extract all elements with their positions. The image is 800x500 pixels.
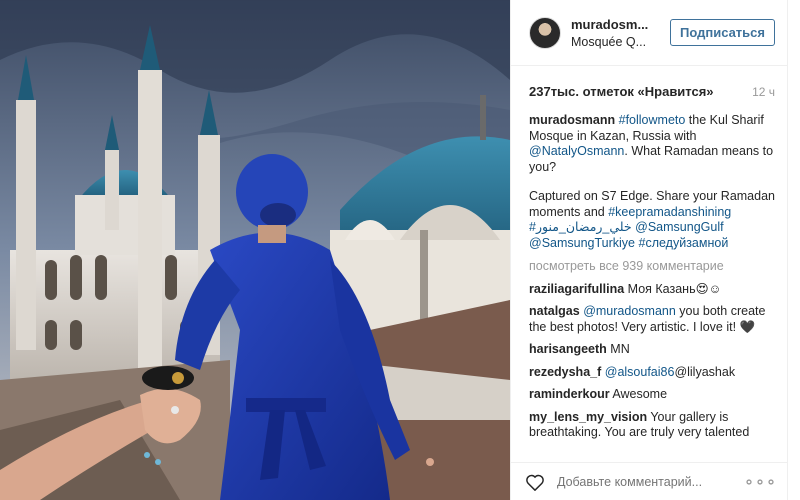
heart-outline-glyph — [526, 474, 544, 491]
comment-item: harisangeeth MN — [529, 342, 775, 358]
location-link[interactable]: Mosquée Q... — [571, 35, 670, 49]
mention-link[interactable]: #followmeto — [619, 113, 686, 127]
post-content: muradosmann #followmeto the Kul Sharif M… — [511, 99, 787, 468]
post-footer: ∘∘∘ — [511, 462, 787, 500]
comments-list: raziliagarifullina Моя Казань😍☺ natalgas … — [529, 282, 775, 468]
likes-count[interactable]: 237тыс. отметок «Нравится» — [529, 84, 714, 99]
likes-row: 237тыс. отметок «Нравится» 12 ч — [511, 66, 787, 99]
caption-text: Моя Казань😍☺ — [624, 281, 722, 296]
mention-link[interactable]: @alsoufai86 — [605, 365, 675, 379]
mention-link[interactable]: @muradosmann — [583, 304, 676, 318]
user-meta: muradosm... Mosquée Q... — [571, 17, 670, 49]
username-link[interactable]: muradosm... — [571, 17, 670, 32]
caption-text: Awesome — [609, 387, 668, 401]
heart-icon[interactable] — [525, 472, 545, 492]
caption-text: MN — [606, 342, 630, 356]
comment-item: rezedysha_f @alsoufai86@lilyashak — [529, 365, 775, 381]
comment-username[interactable]: raminderkour — [529, 387, 610, 401]
mention-link[interactable]: @SamsungTurkiye — [529, 236, 635, 250]
caption-username[interactable]: muradosmann — [529, 113, 615, 127]
caption: muradosmann #followmeto the Kul Sharif M… — [529, 113, 775, 251]
mention-link[interactable]: @NatalyOsmann — [529, 144, 624, 158]
mention-link[interactable]: #خلي_رمضان_منور — [529, 220, 632, 234]
comment-item: natalgas @muradosmann you both create th… — [529, 304, 775, 335]
comment-username[interactable]: harisangeeth — [529, 342, 607, 356]
comment-username[interactable]: natalgas — [529, 304, 580, 318]
avatar[interactable] — [529, 16, 561, 49]
post-header: muradosm... Mosquée Q... Подписаться — [511, 0, 787, 66]
comment-item: raminderkour Awesome — [529, 387, 775, 403]
more-options-icon[interactable]: ∘∘∘ — [744, 472, 777, 492]
follow-button[interactable]: Подписаться — [669, 19, 775, 46]
comment-username[interactable]: raziliagarifullina — [529, 282, 624, 296]
page-gutter — [788, 0, 800, 500]
comment-input[interactable] — [557, 474, 744, 489]
comment-item: raziliagarifullina Моя Казань😍☺ — [529, 282, 775, 298]
post-sidebar: muradosm... Mosquée Q... Подписаться 237… — [510, 0, 788, 500]
caption-text: @lilyashak — [674, 364, 736, 379]
post-time[interactable]: 12 ч — [752, 85, 775, 99]
photo-illustration — [0, 0, 510, 500]
mention-link[interactable]: #следуйзамной — [639, 236, 729, 250]
mention-link[interactable]: #keepramadanshining — [608, 205, 731, 219]
comment-item: my_lens_my_vision Your gallery is breath… — [529, 410, 775, 441]
comment-username[interactable]: rezedysha_f — [529, 365, 601, 379]
mention-link[interactable]: @SamsungGulf — [635, 220, 723, 234]
caption-paragraph-2: Captured on S7 Edge. Share your Ramadan … — [529, 189, 775, 251]
post-modal: muradosm... Mosquée Q... Подписаться 237… — [0, 0, 800, 500]
post-photo[interactable] — [0, 0, 510, 500]
view-all-comments-link[interactable]: посмотреть все 939 комментарие — [529, 259, 775, 275]
comment-username[interactable]: my_lens_my_vision — [529, 410, 647, 424]
caption-paragraph-1: muradosmann #followmeto the Kul Sharif M… — [529, 113, 775, 175]
